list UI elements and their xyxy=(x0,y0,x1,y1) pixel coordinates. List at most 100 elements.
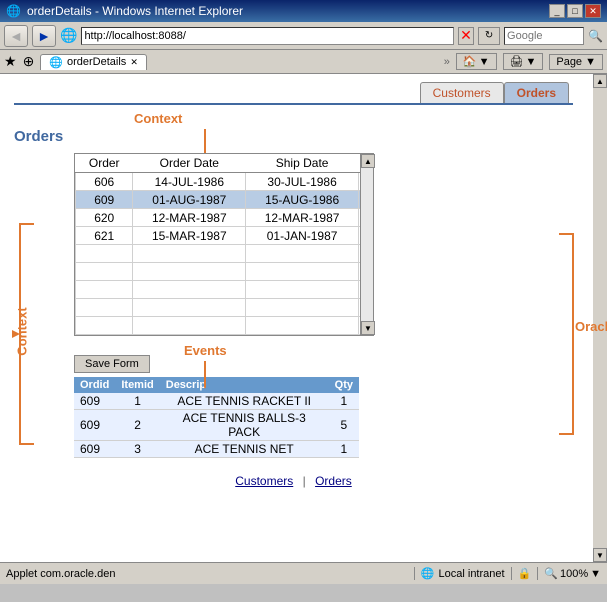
save-form-section: Save Form Events xyxy=(14,347,573,373)
detail-cell-qty-1: 5 xyxy=(329,410,359,441)
print-dropdown-icon: ▼ xyxy=(525,56,536,68)
scroll-up-arrow[interactable]: ▲ xyxy=(361,154,375,168)
detail-cell-ordid-2: 609 xyxy=(74,441,115,458)
order-row-7[interactable] xyxy=(76,299,373,317)
detail-col-qty: Qty xyxy=(329,377,359,393)
content-area: Context Oracle Forms Customers Orders Co… xyxy=(0,74,607,562)
zoom-icon: 🔍 xyxy=(544,567,558,580)
back-button[interactable]: ◄ xyxy=(4,25,28,47)
order-cell-order_date-6 xyxy=(133,281,246,299)
context-top-label: Context xyxy=(134,111,182,126)
order-row-4[interactable] xyxy=(76,245,373,263)
order-cell-order_date-7 xyxy=(133,299,246,317)
order-cell-order-1: 609 xyxy=(76,191,133,209)
col-ship-date: Ship Date xyxy=(246,154,359,173)
page-scroll-down[interactable]: ▼ xyxy=(593,548,607,562)
left-context-label: Context xyxy=(15,307,30,355)
page-button[interactable]: Page ▼ xyxy=(549,54,603,70)
favorites-bar: ★ ⊕ 🌐 orderDetails ✕ » 🏠 ▼ 🖨 ▼ Page ▼ xyxy=(0,50,607,74)
address-bar: 🌐 ✕ ↻ xyxy=(60,27,500,45)
order-cell-ship_date-5 xyxy=(246,263,359,281)
order-row-5[interactable] xyxy=(76,263,373,281)
order-row-8[interactable] xyxy=(76,317,373,335)
order-row-0[interactable]: 60614-JUL-198630-JUL-1986 xyxy=(76,173,373,191)
zone-icon: 🌐 xyxy=(421,567,435,580)
detail-row-0[interactable]: 6091ACE TENNIS RACKET II1 xyxy=(74,393,359,410)
home-button[interactable]: 🏠 ▼ xyxy=(456,53,497,70)
page-scrollbar[interactable]: ▲ ▼ xyxy=(593,74,607,562)
order-cell-ship_date-8 xyxy=(246,317,359,335)
home-icon: 🏠 xyxy=(463,55,477,68)
events-arrow xyxy=(204,361,206,389)
detail-cell-ordid-0: 609 xyxy=(74,393,115,410)
events-label: Events xyxy=(184,343,227,358)
tab-orders[interactable]: Orders xyxy=(504,82,569,103)
status-zone: 🌐 Local intranet xyxy=(414,567,505,580)
close-button[interactable]: ✕ xyxy=(585,4,601,18)
status-security: 🔒 xyxy=(511,567,532,580)
security-icon: 🔒 xyxy=(518,567,532,580)
tabs-row: Customers Orders xyxy=(14,82,569,103)
orders-table-wrapper: Order Order Date Ship Date 60614-JUL-198… xyxy=(74,153,374,336)
footer-links: Customers | Orders xyxy=(14,474,573,488)
zoom-dropdown-icon: ▼ xyxy=(590,568,601,580)
browser-icon: 🌐 xyxy=(6,4,21,18)
order-cell-order_date-5 xyxy=(133,263,246,281)
zoom-control[interactable]: 🔍 100% ▼ xyxy=(537,567,601,580)
more-tabs-button[interactable]: » xyxy=(444,56,450,68)
save-form-button[interactable]: Save Form xyxy=(74,355,150,373)
detail-row-2[interactable]: 6093ACE TENNIS NET1 xyxy=(74,441,359,458)
minimize-button[interactable]: _ xyxy=(549,4,565,18)
order-cell-order-3: 621 xyxy=(76,227,133,245)
refresh-button[interactable]: ↻ xyxy=(478,27,500,45)
status-text: Applet com.oracle.den xyxy=(6,568,408,580)
print-button[interactable]: 🖨 ▼ xyxy=(503,53,544,70)
tab-close-icon[interactable]: ✕ xyxy=(130,57,138,68)
order-cell-order_date-0: 14-JUL-1986 xyxy=(133,173,246,191)
footer-link-orders[interactable]: Orders xyxy=(315,474,352,488)
orders-heading: Orders xyxy=(14,128,573,145)
footer-link-customers[interactable]: Customers xyxy=(235,474,293,488)
col-order: Order xyxy=(76,154,133,173)
zone-text: Local intranet xyxy=(439,568,505,580)
detail-col-descrip: Descrip xyxy=(160,377,329,393)
scroll-down-arrow[interactable]: ▼ xyxy=(361,321,375,335)
detail-row-1[interactable]: 6092ACE TENNIS BALLS-3 PACK5 xyxy=(74,410,359,441)
tab-orderDetails[interactable]: 🌐 orderDetails ✕ xyxy=(40,54,147,70)
window-controls: _ □ ✕ xyxy=(549,4,601,18)
blue-divider xyxy=(14,103,573,105)
browser-toolbar: ◄ ► 🌐 ✕ ↻ 🔍 xyxy=(0,22,607,50)
page-scroll-up[interactable]: ▲ xyxy=(593,74,607,88)
zoom-text: 100% xyxy=(560,568,588,580)
order-cell-order_date-1: 01-AUG-1987 xyxy=(133,191,246,209)
orders-table: Order Order Date Ship Date 60614-JUL-198… xyxy=(75,154,373,335)
detail-cell-itemid-2: 3 xyxy=(115,441,159,458)
address-input[interactable] xyxy=(81,27,454,45)
left-context-annotation: Context xyxy=(6,214,42,457)
tab-customers[interactable]: Customers xyxy=(420,82,504,103)
order-cell-ship_date-0: 30-JUL-1986 xyxy=(246,173,359,191)
search-input[interactable] xyxy=(504,27,584,45)
address-icon: 🌐 xyxy=(60,27,77,44)
right-bracket-svg xyxy=(551,224,587,444)
add-favorites-icon[interactable]: ⊕ xyxy=(23,53,35,70)
detail-col-itemid: Itemid xyxy=(115,377,159,393)
forward-button[interactable]: ► xyxy=(32,25,56,47)
order-cell-order-5 xyxy=(76,263,133,281)
maximize-button[interactable]: □ xyxy=(567,4,583,18)
order-row-3[interactable]: 62115-MAR-198701-JAN-1987 xyxy=(76,227,373,245)
order-row-6[interactable] xyxy=(76,281,373,299)
order-row-1[interactable]: 60901-AUG-198715-AUG-1986 xyxy=(76,191,373,209)
orders-scrollbar[interactable]: ▲ ▼ xyxy=(360,153,374,336)
favorites-star-icon[interactable]: ★ xyxy=(4,53,17,70)
order-row-2[interactable]: 62012-MAR-198712-MAR-1987 xyxy=(76,209,373,227)
search-icon[interactable]: 🔍 xyxy=(588,29,603,43)
detail-cell-itemid-1: 2 xyxy=(115,410,159,441)
detail-cell-ordid-1: 609 xyxy=(74,410,115,441)
col-order-date: Order Date xyxy=(133,154,246,173)
order-cell-ship_date-1: 15-AUG-1986 xyxy=(246,191,359,209)
order-cell-order_date-2: 12-MAR-1987 xyxy=(133,209,246,227)
title-label: orderDetails - Windows Internet Explorer xyxy=(27,4,243,18)
order-cell-order-6 xyxy=(76,281,133,299)
stop-button[interactable]: ✕ xyxy=(458,27,474,45)
